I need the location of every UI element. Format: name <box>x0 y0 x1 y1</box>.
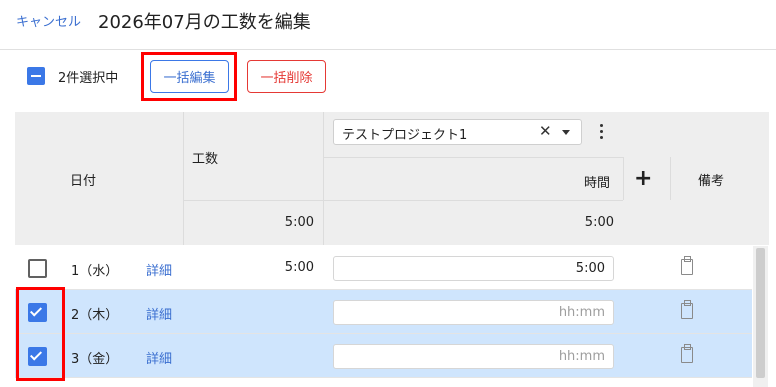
detail-link[interactable]: 詳細 <box>146 348 172 367</box>
row-date: 1（水） <box>71 264 119 279</box>
divider <box>183 112 184 245</box>
bulk-toolbar: 2件選択中 <box>0 50 776 112</box>
table-row: 1（水） 詳細 5:00 <box>15 246 752 290</box>
total-kosu: 5:00 <box>284 215 314 230</box>
divider <box>623 157 624 200</box>
row-checkbox[interactable] <box>28 347 47 366</box>
project-name: テストプロジェクト1 <box>342 128 468 143</box>
row-checkbox[interactable] <box>28 303 47 322</box>
add-project-icon[interactable]: + <box>634 168 652 190</box>
page-title: 2026年07月の工数を編集 <box>98 12 311 33</box>
clear-icon[interactable]: ✕ <box>539 122 552 140</box>
detail-link[interactable]: 詳細 <box>146 260 172 279</box>
total-project-hours: 5:00 <box>584 215 614 230</box>
clipboard-icon[interactable] <box>681 256 693 275</box>
scrollbar[interactable] <box>753 246 768 387</box>
divider <box>670 157 671 200</box>
time-input[interactable] <box>333 344 614 369</box>
bulk-delete-button[interactable]: 一括削除 <box>247 60 326 93</box>
page-header: キャンセル 2026年07月の工数を編集 <box>0 0 776 50</box>
clipboard-icon[interactable] <box>681 344 693 363</box>
table-row: 2（木） 詳細 <box>15 290 752 334</box>
divider <box>183 200 323 201</box>
divider <box>323 200 623 201</box>
selected-count: 2件選択中 <box>58 71 119 86</box>
cancel-link[interactable]: キャンセル <box>16 11 81 30</box>
header-notes: 備考 <box>698 174 725 189</box>
header-kosu: 工数 <box>192 152 219 167</box>
more-options-icon[interactable] <box>600 124 604 140</box>
check-icon <box>29 304 43 317</box>
bulk-edit-button[interactable]: 一括編集 <box>150 60 229 93</box>
clipboard-icon[interactable] <box>681 300 693 319</box>
header-date: 日付 <box>70 174 97 189</box>
time-input[interactable] <box>333 256 614 281</box>
project-select[interactable]: テストプロジェクト1 ✕ <box>333 119 582 145</box>
indeterminate-icon <box>31 75 41 77</box>
time-input[interactable] <box>333 300 614 325</box>
table-row: 3（金） 詳細 <box>15 334 752 378</box>
row-date: 3（金） <box>71 352 119 367</box>
scrollbar-thumb[interactable] <box>756 248 765 378</box>
header-hours: 時間 <box>584 176 611 191</box>
select-all-checkbox[interactable] <box>27 67 45 85</box>
check-icon <box>29 348 43 361</box>
divider <box>323 112 324 245</box>
divider <box>323 157 623 158</box>
row-kosu: 5:00 <box>284 260 314 275</box>
row-date: 2（木） <box>71 308 119 323</box>
chevron-down-icon[interactable] <box>562 130 570 135</box>
row-checkbox[interactable] <box>28 259 47 278</box>
detail-link[interactable]: 詳細 <box>146 304 172 323</box>
